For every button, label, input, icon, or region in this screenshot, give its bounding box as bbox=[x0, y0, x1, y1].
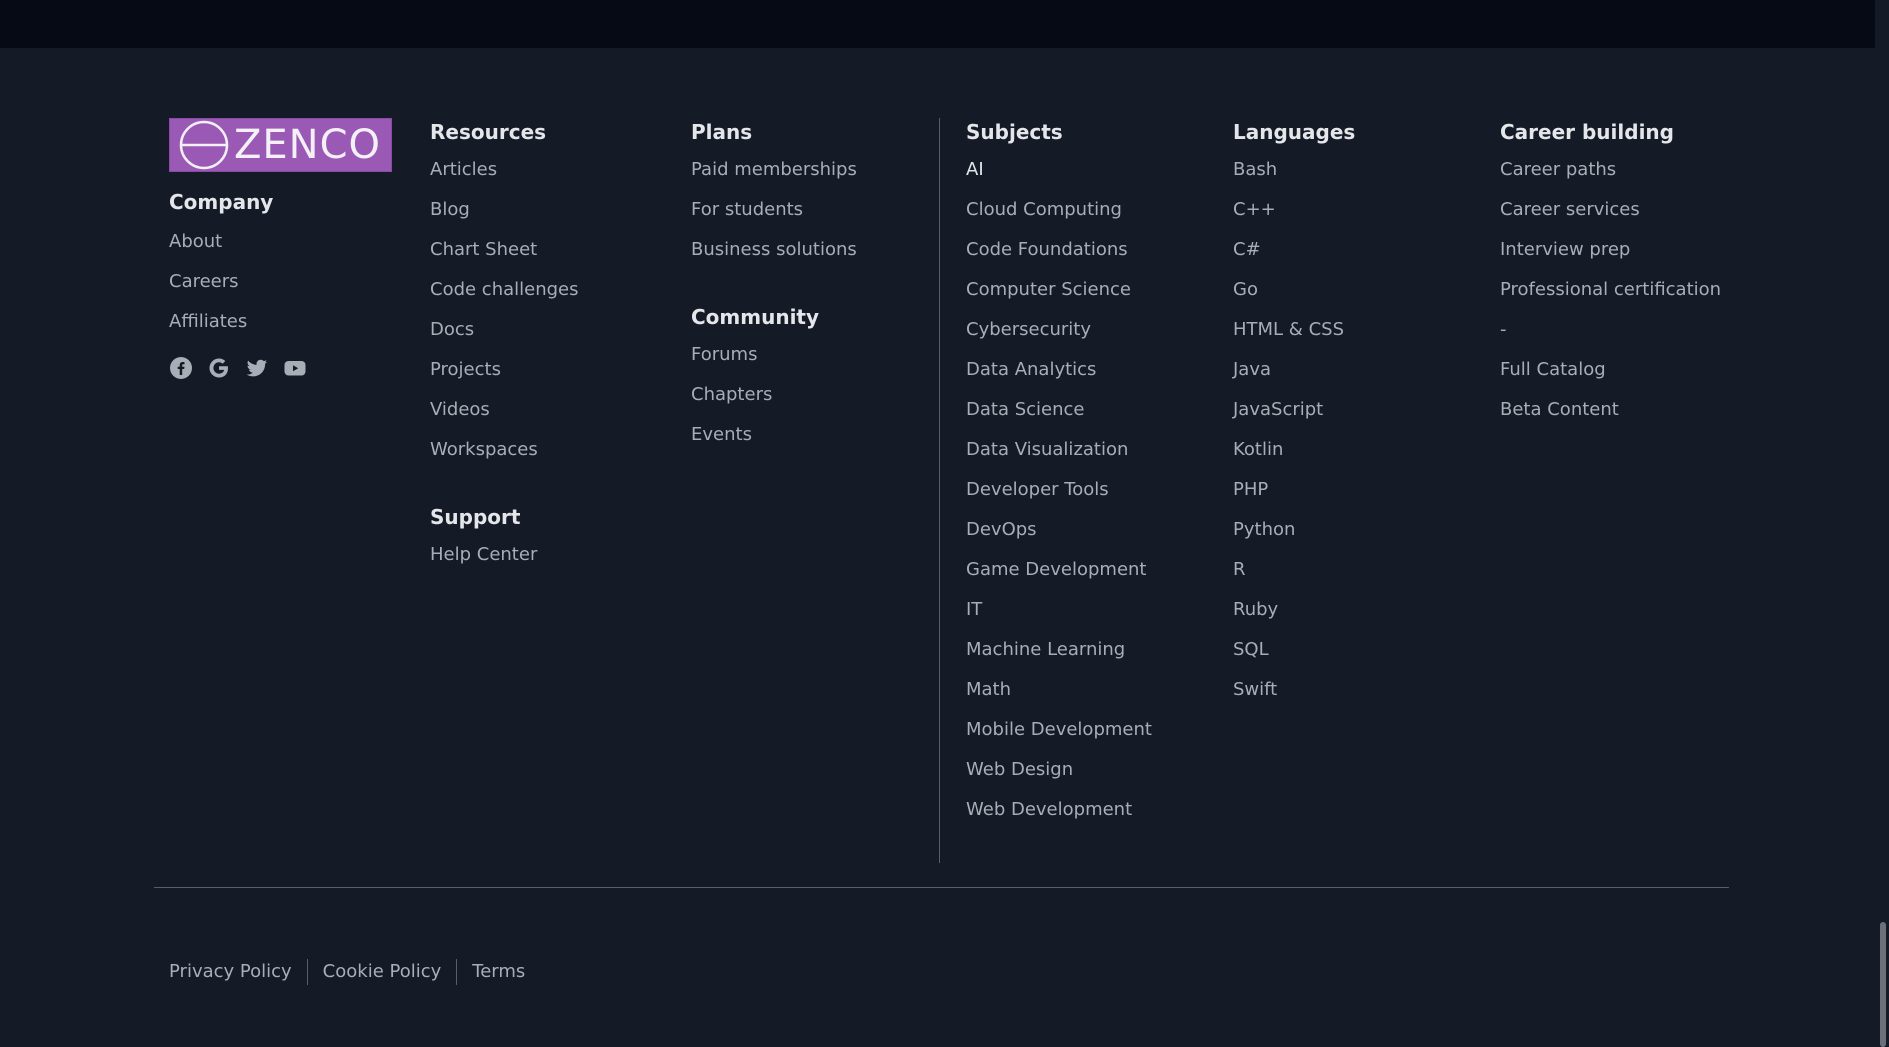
legal-links: Privacy Policy Cookie Policy Terms bbox=[169, 959, 525, 985]
languages-heading: Languages bbox=[1233, 120, 1356, 144]
logo-text: ZENCO bbox=[234, 122, 382, 168]
languages-link[interactable]: Swift bbox=[1233, 678, 1355, 718]
career-separator-text: - bbox=[1500, 319, 1507, 340]
career-heading: Career building bbox=[1500, 120, 1674, 144]
subjects-link[interactable]: AI bbox=[966, 158, 1152, 198]
career-link[interactable]: Career paths bbox=[1500, 158, 1721, 198]
facebook-icon[interactable] bbox=[169, 356, 193, 380]
languages-link[interactable]: R bbox=[1233, 558, 1355, 598]
google-icon[interactable] bbox=[207, 356, 231, 380]
support-heading: Support bbox=[430, 505, 521, 529]
languages-link[interactable]: HTML & CSS bbox=[1233, 318, 1355, 358]
career-link[interactable]: Professional certification bbox=[1500, 278, 1721, 318]
community-links: Forums Chapters Events bbox=[691, 343, 857, 463]
subjects-link[interactable]: Developer Tools bbox=[966, 478, 1152, 518]
company-links: About Careers Affiliates bbox=[169, 230, 392, 350]
subjects-link[interactable]: Web Development bbox=[966, 798, 1152, 838]
languages-links: Bash C++ C# Go HTML & CSS Java JavaScrip… bbox=[1233, 158, 1355, 718]
languages-link[interactable]: JavaScript bbox=[1233, 398, 1355, 438]
languages-link[interactable]: C# bbox=[1233, 238, 1355, 278]
column-divider bbox=[939, 118, 940, 863]
subjects-link[interactable]: IT bbox=[966, 598, 1152, 638]
career-links: Career paths Career services Interview p… bbox=[1500, 158, 1721, 438]
logo-globe-icon bbox=[178, 119, 230, 171]
company-column: ZENCO Company About Careers Affiliates bbox=[169, 118, 392, 380]
resources-link[interactable]: Blog bbox=[430, 198, 579, 238]
languages-link[interactable]: Java bbox=[1233, 358, 1355, 398]
career-link[interactable]: Interview prep bbox=[1500, 238, 1721, 278]
plans-link[interactable]: Paid memberships bbox=[691, 158, 857, 198]
plans-link[interactable]: Business solutions bbox=[691, 238, 857, 278]
career-link[interactable]: Career services bbox=[1500, 198, 1721, 238]
company-link-careers[interactable]: Careers bbox=[169, 270, 392, 310]
subjects-link[interactable]: DevOps bbox=[966, 518, 1152, 558]
footer-divider bbox=[154, 887, 1729, 888]
resources-link[interactable]: Workspaces bbox=[430, 438, 579, 478]
legal-separator bbox=[456, 959, 458, 985]
subjects-link[interactable]: Data Visualization bbox=[966, 438, 1152, 478]
resources-link[interactable]: Code challenges bbox=[430, 278, 579, 318]
languages-link[interactable]: Bash bbox=[1233, 158, 1355, 198]
languages-link[interactable]: Kotlin bbox=[1233, 438, 1355, 478]
community-link[interactable]: Forums bbox=[691, 343, 857, 383]
privacy-policy-link[interactable]: Privacy Policy bbox=[169, 959, 292, 985]
subjects-link[interactable]: Data Analytics bbox=[966, 358, 1152, 398]
cookie-policy-link[interactable]: Cookie Policy bbox=[323, 959, 442, 985]
youtube-icon[interactable] bbox=[283, 356, 307, 380]
subjects-link[interactable]: Math bbox=[966, 678, 1152, 718]
subjects-heading: Subjects bbox=[966, 120, 1063, 144]
scrollbar-thumb[interactable] bbox=[1880, 922, 1886, 1047]
subjects-link[interactable]: Cybersecurity bbox=[966, 318, 1152, 358]
social-links bbox=[169, 356, 392, 380]
plans-column: Plans Paid memberships For students Busi… bbox=[691, 118, 857, 463]
subjects-link[interactable]: Mobile Development bbox=[966, 718, 1152, 758]
languages-link[interactable]: PHP bbox=[1233, 478, 1355, 518]
subjects-column: Subjects AI Cloud Computing Code Foundat… bbox=[966, 118, 1152, 838]
community-link[interactable]: Events bbox=[691, 423, 857, 463]
resources-link[interactable]: Chart Sheet bbox=[430, 238, 579, 278]
resources-heading: Resources bbox=[430, 120, 547, 144]
subjects-link[interactable]: Machine Learning bbox=[966, 638, 1152, 678]
career-link[interactable]: Beta Content bbox=[1500, 398, 1721, 438]
resources-link[interactable]: Docs bbox=[430, 318, 579, 358]
terms-link[interactable]: Terms bbox=[472, 959, 525, 985]
subjects-link[interactable]: Data Science bbox=[966, 398, 1152, 438]
community-heading: Community bbox=[691, 305, 820, 329]
support-link-help-center[interactable]: Help Center bbox=[430, 543, 579, 583]
legal-separator bbox=[306, 959, 308, 985]
subjects-link[interactable]: Game Development bbox=[966, 558, 1152, 598]
plans-heading: Plans bbox=[691, 120, 753, 144]
resources-link[interactable]: Articles bbox=[430, 158, 579, 198]
community-link[interactable]: Chapters bbox=[691, 383, 857, 423]
subjects-link[interactable]: Cloud Computing bbox=[966, 198, 1152, 238]
scrollbar-track[interactable] bbox=[1875, 0, 1889, 1047]
resources-column: Resources Articles Blog Chart Sheet Code… bbox=[430, 118, 579, 583]
resources-links: Articles Blog Chart Sheet Code challenge… bbox=[430, 158, 579, 478]
twitter-icon[interactable] bbox=[245, 356, 269, 380]
company-link-about[interactable]: About bbox=[169, 230, 392, 270]
plans-link[interactable]: For students bbox=[691, 198, 857, 238]
languages-link[interactable]: Ruby bbox=[1233, 598, 1355, 638]
subjects-link[interactable]: Web Design bbox=[966, 758, 1152, 798]
languages-link[interactable]: C++ bbox=[1233, 198, 1355, 238]
company-link-affiliates[interactable]: Affiliates bbox=[169, 310, 392, 350]
languages-link[interactable]: SQL bbox=[1233, 638, 1355, 678]
resources-link[interactable]: Videos bbox=[430, 398, 579, 438]
languages-link[interactable]: Go bbox=[1233, 278, 1355, 318]
subjects-link[interactable]: Computer Science bbox=[966, 278, 1152, 318]
resources-link[interactable]: Projects bbox=[430, 358, 579, 398]
career-column: Career building Career paths Career serv… bbox=[1500, 118, 1721, 438]
company-heading: Company bbox=[169, 190, 274, 214]
plans-links: Paid memberships For students Business s… bbox=[691, 158, 857, 278]
zenco-logo[interactable]: ZENCO bbox=[169, 118, 392, 172]
subjects-links: AI Cloud Computing Code Foundations Comp… bbox=[966, 158, 1152, 838]
support-links: Help Center bbox=[430, 543, 579, 583]
languages-column: Languages Bash C++ C# Go HTML & CSS Java… bbox=[1233, 118, 1355, 718]
subjects-link[interactable]: Code Foundations bbox=[966, 238, 1152, 278]
career-link[interactable]: Full Catalog bbox=[1500, 358, 1721, 398]
top-bar bbox=[0, 0, 1875, 48]
languages-link[interactable]: Python bbox=[1233, 518, 1355, 558]
